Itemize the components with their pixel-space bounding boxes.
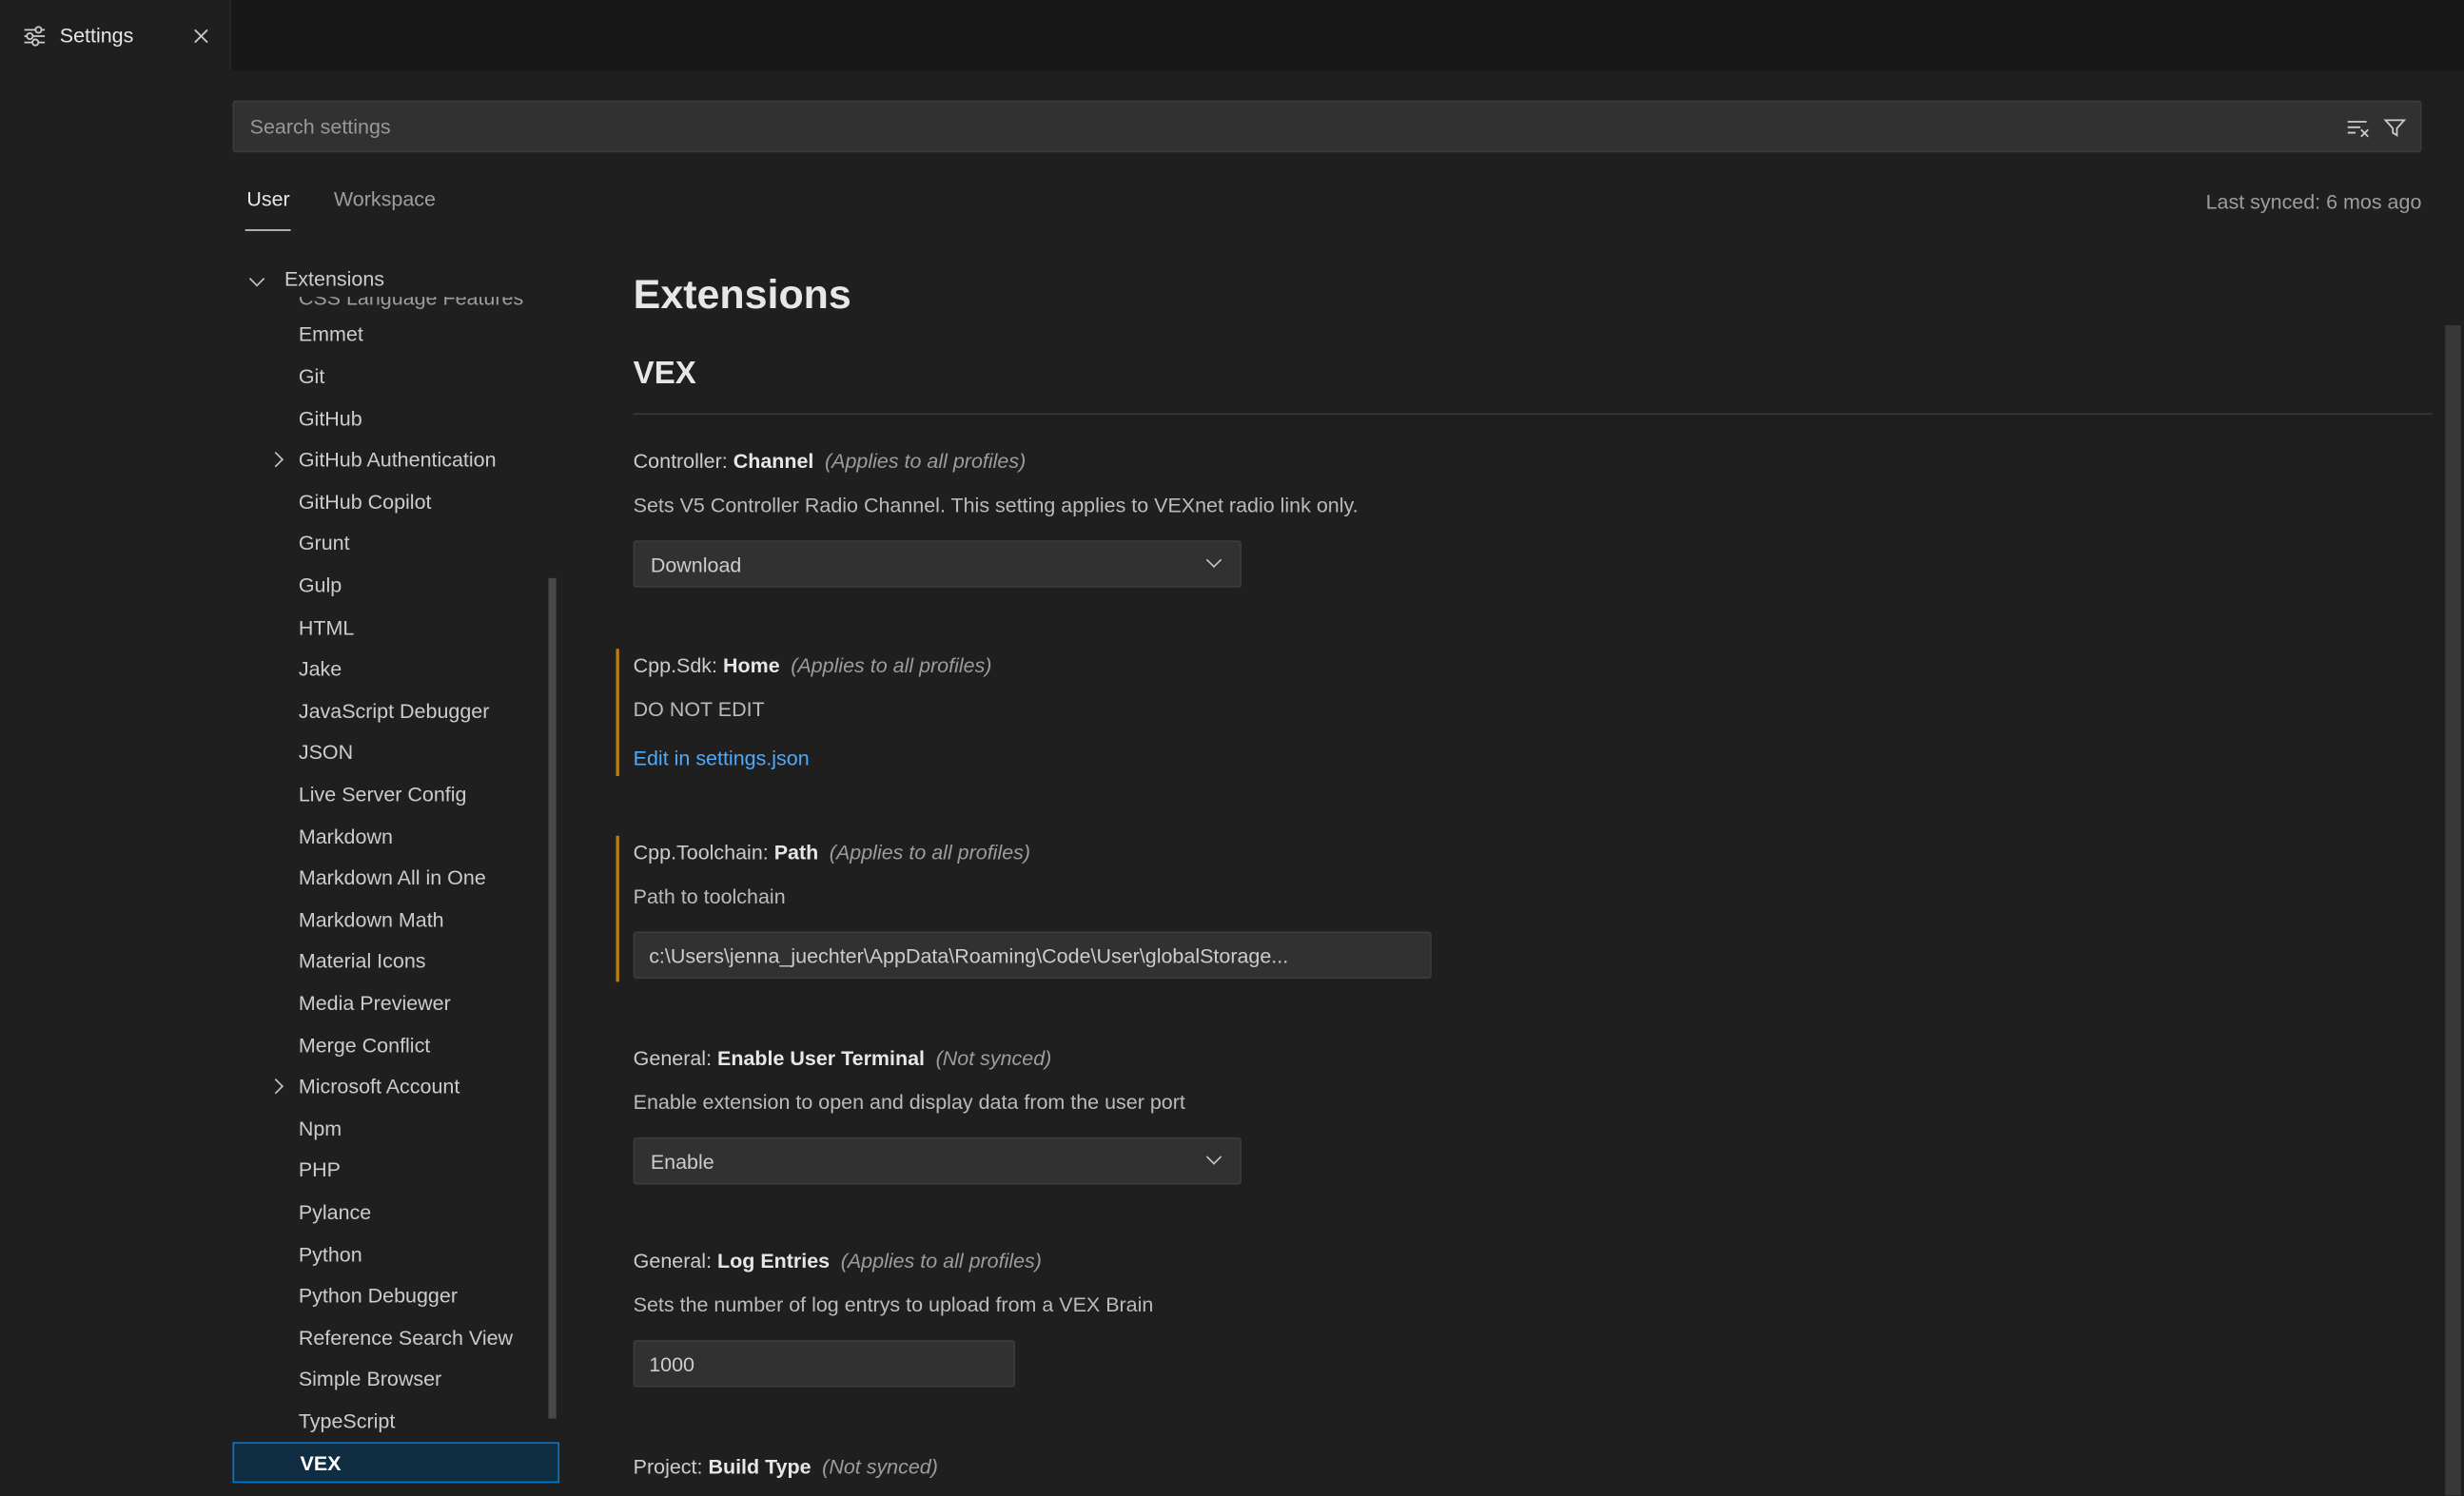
toc-header-extensions[interactable]: Extensions bbox=[232, 260, 559, 298]
setting-description: DO NOT EDIT bbox=[634, 696, 2205, 725]
setting-dropdown[interactable]: Enable bbox=[634, 1137, 1242, 1185]
setting-name: Path bbox=[774, 841, 819, 865]
setting-path: Cpp.Toolchain: Path (Applies to all profi… bbox=[634, 839, 2205, 979]
setting-name: Build Type bbox=[708, 1455, 811, 1479]
dropdown-selected-value: Enable bbox=[651, 1149, 714, 1173]
setting-category: Cpp.Sdk: bbox=[634, 653, 723, 677]
setting-label: General: Enable User Terminal (Not synced… bbox=[634, 1044, 2205, 1073]
setting-category: General: bbox=[634, 1046, 717, 1070]
setting-description: Path to toolchain bbox=[634, 883, 2205, 911]
setting-dropdown[interactable]: Download bbox=[634, 540, 1242, 588]
setting-description: Enable extension to open and display dat… bbox=[634, 1089, 2205, 1117]
setting-category: Project: bbox=[634, 1455, 709, 1479]
setting-text-input[interactable] bbox=[634, 1340, 1015, 1388]
setting-scope_note: (Not synced) bbox=[936, 1046, 1052, 1070]
setting-description: Sets the number of log entrys to upload … bbox=[634, 1292, 2205, 1320]
chevron-down-icon bbox=[249, 270, 264, 285]
setting-scope_note: (Not synced) bbox=[822, 1455, 938, 1479]
setting-category: Controller: bbox=[634, 449, 733, 473]
setting-label: Controller: Channel (Applies to all profi… bbox=[634, 448, 2205, 476]
setting-channel: Controller: Channel (Applies to all profi… bbox=[634, 448, 2205, 588]
setting-category: Cpp.Toolchain: bbox=[634, 841, 774, 865]
edit-in-settings-json-link[interactable]: Edit in settings.json bbox=[634, 745, 810, 773]
toc-scrollbar[interactable] bbox=[548, 578, 556, 1419]
setting-log-entries: General: Log Entries (Applies to all prof… bbox=[634, 1248, 2205, 1388]
setting-text-input[interactable] bbox=[634, 932, 1432, 980]
setting-name: Log Entries bbox=[717, 1249, 830, 1273]
setting-build-type: Project: Build Type (Not synced) bbox=[634, 1453, 2205, 1482]
setting-label: Cpp.Sdk: Home (Applies to all profiles) bbox=[634, 651, 2205, 680]
setting-name: Channel bbox=[733, 449, 814, 473]
setting-enable-user-terminal: General: Enable User Terminal (Not synced… bbox=[634, 1044, 2205, 1184]
setting-description: Sets V5 Controller Radio Channel. This s… bbox=[634, 492, 2205, 520]
setting-label: Cpp.Toolchain: Path (Applies to all profi… bbox=[634, 839, 2205, 867]
dropdown-selected-value: Download bbox=[651, 553, 742, 576]
setting-scope_note: (Applies to all profiles) bbox=[825, 449, 1026, 473]
setting-scope_note: (Applies to all profiles) bbox=[841, 1249, 1042, 1273]
setting-label: General: Log Entries (Applies to all prof… bbox=[634, 1248, 2205, 1276]
setting-name: Enable User Terminal bbox=[717, 1046, 925, 1070]
toc-header-label: Extensions bbox=[284, 266, 384, 290]
vscode-settings-window: Settings User bbox=[0, 0, 2464, 1496]
setting-label: Project: Build Type (Not synced) bbox=[634, 1453, 2205, 1482]
settings-list: Controller: Channel (Applies to all profi… bbox=[0, 0, 2464, 1496]
setting-scope_note: (Applies to all profiles) bbox=[830, 841, 1030, 865]
setting-home: Cpp.Sdk: Home (Applies to all profiles) DO… bbox=[634, 651, 2205, 772]
chevron-down-icon bbox=[1206, 553, 1222, 568]
editor-scrollbar[interactable] bbox=[2445, 325, 2461, 1496]
chevron-down-icon bbox=[1206, 1149, 1222, 1164]
setting-scope_note: (Applies to all profiles) bbox=[791, 653, 991, 677]
setting-name: Home bbox=[723, 653, 780, 677]
setting-category: General: bbox=[634, 1249, 717, 1273]
